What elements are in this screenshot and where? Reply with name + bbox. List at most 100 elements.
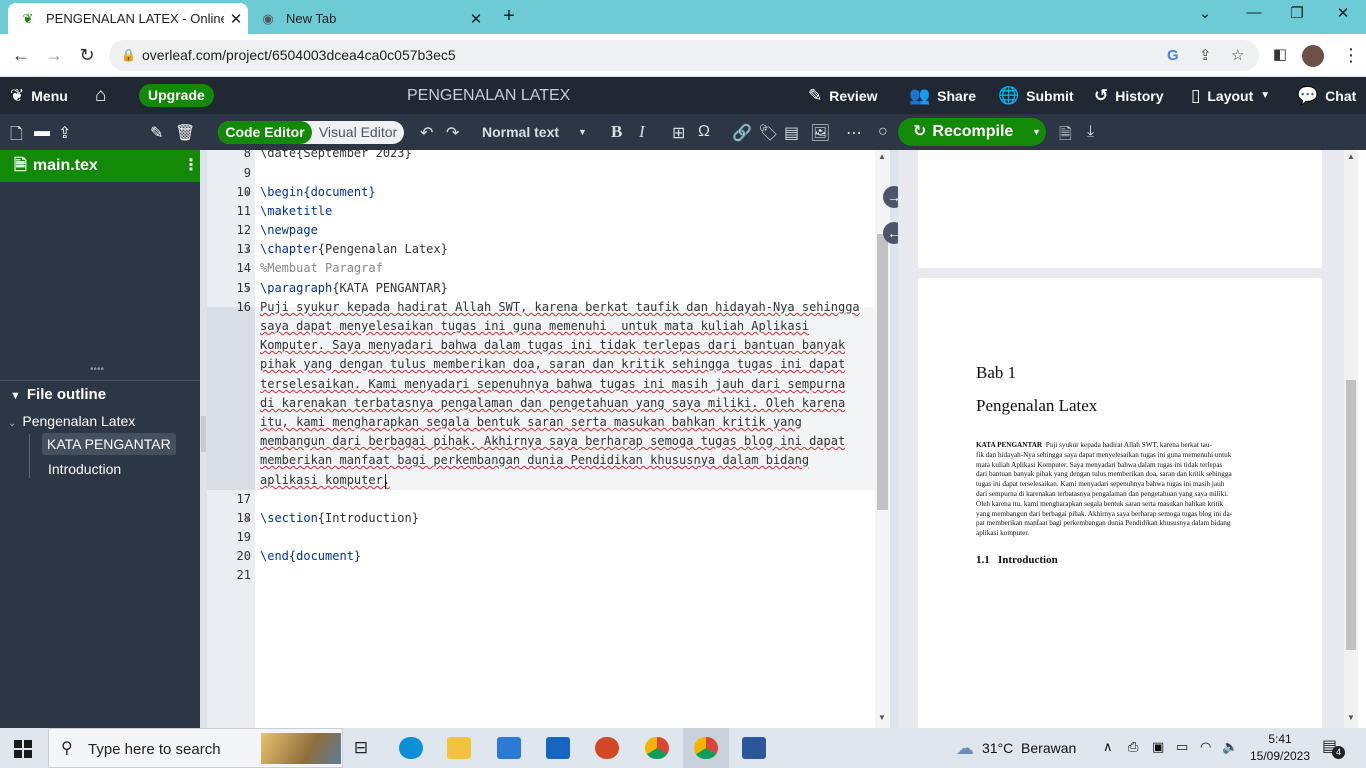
caret-down-icon[interactable]: ▼ [578,127,587,137]
browser-tab-overleaf[interactable]: ❦ PENGENALAN LATEX - Online La ✕ [8,3,248,34]
download-pdf-icon[interactable]: ⤓ [1087,123,1094,141]
image-icon[interactable]: 🖼 [810,123,830,143]
outline-item-introduction[interactable]: Introduction [48,461,121,477]
more-options-icon[interactable]: ⋯ [846,123,862,143]
microsoft-store-app-icon[interactable] [497,737,521,759]
restore-button[interactable]: ❐ [1282,4,1312,22]
caret-down-icon[interactable]: ▼ [1032,118,1041,146]
review-button[interactable]: ✎ Review [808,77,878,114]
visual-editor-button[interactable]: Visual Editor [312,121,404,144]
task-view-icon[interactable]: ⊟ [349,737,373,759]
windows-start-icon[interactable] [14,740,32,758]
scroll-up-icon[interactable]: ▲ [1347,152,1355,161]
bookmark-star-icon[interactable]: ☆ [1231,40,1244,71]
text-style-select[interactable]: Normal text [482,124,559,140]
recompile-button[interactable]: ↻ Recompile ▼ [898,118,1046,146]
word-app-icon[interactable] [742,737,766,759]
close-tab-icon[interactable]: ✕ [464,10,488,28]
powerpoint-app-icon[interactable] [595,737,619,759]
fold-caret-icon[interactable]: ▾ [246,189,250,198]
profile-avatar[interactable] [1302,45,1324,67]
file-panel-splitter[interactable] [200,150,207,728]
fold-caret-icon[interactable]: ▾ [246,246,250,255]
clock[interactable]: 5:41 15/09/2023 [1248,731,1312,765]
taskbar-search-box[interactable]: ⚲ Type here to search [48,728,343,768]
file-tree-item-main-tex[interactable]: 🗎 main.tex ⋮ [0,150,200,182]
battery-icon[interactable]: ▭ [1176,739,1188,755]
file-menu-icon[interactable]: ⋮ [183,150,199,182]
search-icon[interactable]: ○ [878,123,888,141]
chrome-active-app-highlight[interactable] [683,728,729,768]
reference-icon[interactable]: ▤ [784,123,799,143]
show-hidden-icons-icon[interactable]: ∧ [1103,739,1113,755]
upgrade-button[interactable]: Upgrade [139,84,214,107]
google-lens-icon[interactable]: G [1167,40,1179,71]
editor-scrollbar-thumb[interactable] [877,234,888,510]
home-button[interactable]: ⌂ [95,77,113,114]
view-logs-icon[interactable]: 🗎 [1059,123,1072,150]
undo-icon[interactable]: ↶ [420,123,433,143]
code-editor-button[interactable]: Code Editor [218,121,312,144]
new-file-icon[interactable]: 🗋 [10,123,23,150]
chat-button[interactable]: 💬 Chat [1297,77,1356,114]
collapse-handle[interactable] [201,416,206,452]
layout-button[interactable]: ▯ Layout ▼ [1191,77,1270,114]
browser-tab-newtab[interactable]: ◉ New Tab ✕ [248,3,488,34]
fold-caret-icon[interactable]: ▾ [246,285,250,294]
menu-button[interactable]: ❦ Menu [10,77,68,114]
code-editor[interactable]: \date{September 2023} \begin{document} \… [255,146,875,728]
bold-icon[interactable]: B [611,122,622,142]
math-icon[interactable]: ⊞ [672,123,685,143]
redo-icon[interactable]: ↷ [446,123,459,143]
rename-pencil-icon[interactable]: ✎ [150,123,163,143]
edge-app-icon[interactable] [399,737,423,759]
file-explorer-app-icon[interactable] [447,737,471,759]
reload-icon[interactable]: ↻ [75,45,99,66]
close-window-button[interactable]: ✕ [1328,4,1358,22]
weather-widget[interactable]: ☁ 31°C Berawan [956,728,1076,768]
scroll-down-icon[interactable]: ▼ [878,713,886,722]
scroll-down-icon[interactable]: ▼ [1347,713,1355,722]
submit-button[interactable]: 🌐 Submit [998,77,1074,114]
minimize-button[interactable]: — [1239,4,1269,21]
panel-resize-handle[interactable]: •••• [90,364,104,375]
display-icon[interactable]: ▣ [1152,739,1164,755]
pdf-scrollbar-thumb[interactable] [1346,380,1356,650]
address-bar[interactable]: 🔒 overleaf.com/project/6504003dcea4ca0c0… [109,40,1259,71]
pdf-scrollbar[interactable]: ▲ ▼ [1344,150,1358,728]
delete-trash-icon[interactable]: 🗑 [175,123,195,143]
chat-icon: 💬 [1297,85,1319,105]
close-tab-icon[interactable]: ✕ [224,10,248,28]
share-page-icon[interactable]: ⇪ [1199,40,1212,71]
history-button[interactable]: ↺ History [1094,77,1163,114]
tab-search-icon[interactable]: ⌄ [1190,4,1220,22]
side-panel-icon[interactable]: ◧ [1268,45,1292,63]
pdf-page-2: Bab 1 Pengenalan Latex KATA PENGANTAR Pu… [918,278,1322,738]
outline-item-kata-pengantar[interactable]: KATA PENGANTAR [42,433,176,455]
fold-caret-icon[interactable]: ▾ [246,515,250,524]
new-folder-icon[interactable]: ▬ [34,123,50,141]
wifi-icon[interactable]: ◠ [1200,739,1211,755]
pdf-text-line: dari bantuan banyak pihak yang dengan tu… [976,470,1232,479]
new-tab-button[interactable]: + [498,5,520,27]
more-menu-icon[interactable]: ⋮ [1339,45,1363,66]
volume-icon[interactable]: 🔈 [1222,739,1238,755]
link-icon[interactable]: 🔗 [732,123,752,143]
notification-center-button[interactable]: ▤ 4 [1322,736,1346,760]
forward-arrow-icon[interactable]: → [42,45,66,66]
file-outline-header[interactable]: ▼ File outline [0,380,200,408]
back-arrow-icon[interactable]: ← [9,45,33,66]
share-button[interactable]: 👥 Share [909,77,976,114]
windows-taskbar: ⚲ Type here to search ⊟ ☁ 31°C Berawan ∧ … [0,728,1366,768]
italic-icon[interactable]: I [639,122,645,142]
mail-app-icon[interactable] [546,737,570,759]
symbol-omega-icon[interactable]: Ω [698,123,710,141]
project-title[interactable]: PENGENALAN LATEX [407,77,570,114]
meet-now-icon[interactable]: ⎙ [1128,739,1138,755]
chrome-app-icon[interactable] [645,737,669,759]
upload-icon[interactable]: ⇪ [58,123,71,143]
pdf-viewer[interactable]: Bab 1 Pengenalan Latex KATA PENGANTAR Pu… [898,150,1344,738]
tag-icon[interactable]: 🏷 [758,123,778,143]
outline-item-chapter[interactable]: ⌄ Pengenalan Latex [8,413,135,429]
scroll-up-icon[interactable]: ▲ [878,152,886,161]
